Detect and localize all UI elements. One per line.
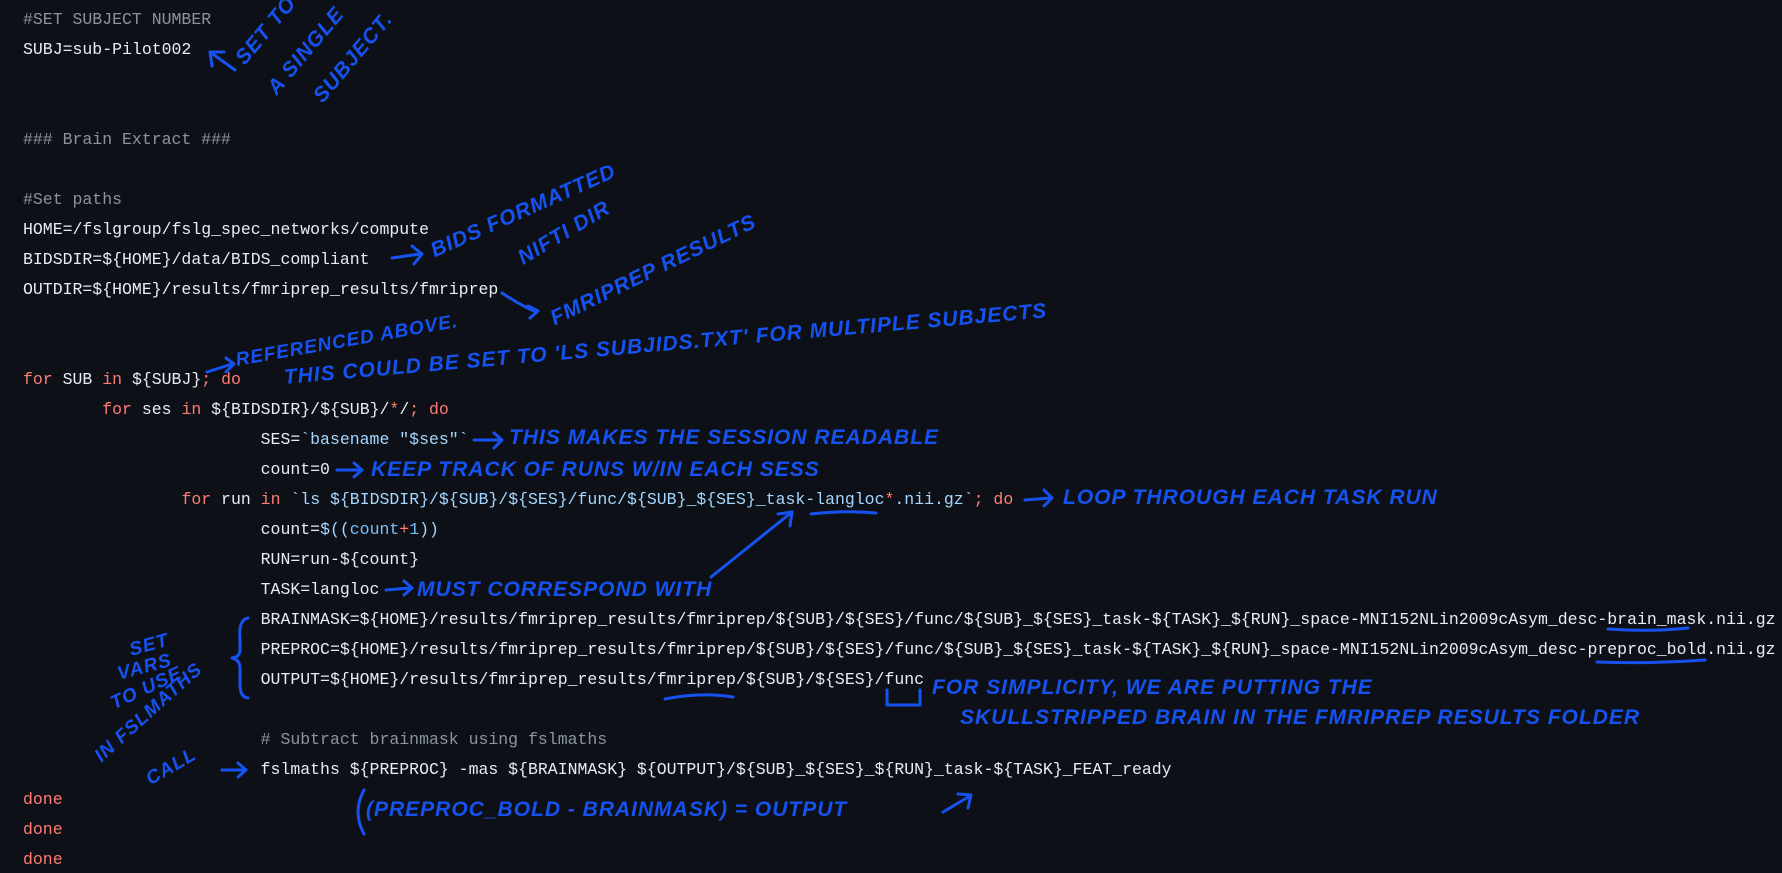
note-must-correspond: MUST CORRESPOND WITH: [417, 578, 713, 601]
underline-preproc-bold: [1595, 658, 1707, 665]
note-keep-track: KEEP TRACK OF RUNS W/IN EACH SESS: [371, 458, 820, 481]
note-loop: LOOP THROUGH EACH TASK RUN: [1063, 486, 1438, 509]
note-simplicity-1: FOR SIMPLICITY, WE ARE PUTTING THE: [932, 676, 1373, 699]
underline-brain-mask: [1606, 626, 1690, 632]
arrow-session-icon: [472, 431, 504, 450]
note-simplicity-2: SKULLSTRIPPED BRAIN IN THE FMRIPREP RESU…: [960, 706, 1641, 729]
arrow-correspond-icon: [709, 510, 794, 579]
arrow-task-icon: [384, 579, 414, 597]
note-equation: (PREPROC_BOLD - BRAINMASK) = OUTPUT: [366, 798, 848, 821]
arrow-referenced-icon: [205, 356, 236, 374]
arrow-equation-icon: [941, 792, 973, 814]
brace-set-vars: [230, 616, 250, 700]
arrow-fslmaths-icon: [220, 761, 248, 779]
underline-langloc: [809, 510, 878, 516]
arrow-to-fmriprep-note-icon: [500, 291, 540, 320]
arrow-count-icon: [335, 461, 364, 479]
note-session-readable: THIS MAKES THE SESSION READABLE: [509, 426, 940, 449]
bracket-func: [885, 688, 922, 707]
underline-fmriprep: [663, 693, 735, 701]
annotated-code-screenshot: #SET SUBJECT NUMBER SUBJ=sub-Pilot002 ### …: [0, 0, 1782, 873]
paren-left: [356, 788, 366, 836]
arrow-to-bids-note-icon: [390, 244, 424, 266]
arrow-loop-icon: [1023, 488, 1054, 508]
